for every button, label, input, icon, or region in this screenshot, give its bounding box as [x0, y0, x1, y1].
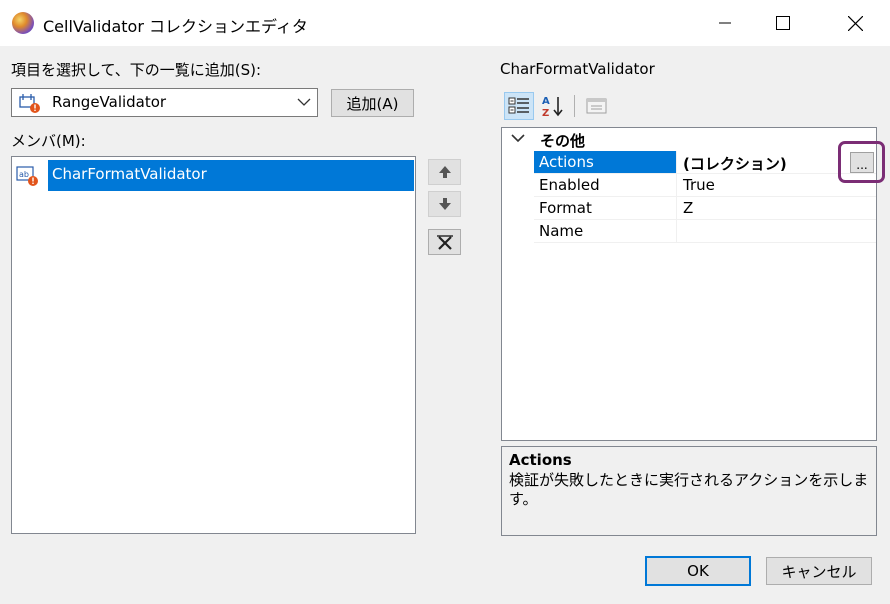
add-item-label: 項目を選択して、下の一覧に追加(S): — [11, 61, 262, 79]
alphabetical-button[interactable]: A Z — [538, 92, 568, 120]
category-row[interactable]: その他 — [502, 128, 876, 151]
property-pages-icon — [586, 98, 607, 114]
title-bar: CellValidator コレクションエディタ — [0, 0, 890, 46]
app-icon — [12, 12, 34, 34]
property-name: Enabled — [539, 176, 600, 194]
remove-icon — [436, 235, 453, 250]
description-panel: Actions 検証が失敗したときに実行されるアクションを示します。 — [501, 446, 877, 536]
highlight-annotation — [838, 141, 885, 183]
property-name: Format — [539, 199, 592, 217]
char-format-validator-icon: ab — [16, 166, 38, 186]
property-row-name[interactable]: Name — [534, 220, 876, 243]
property-grid[interactable]: その他 Actions (コレクション) Enabled True Format… — [501, 127, 877, 441]
type-combo-value: RangeValidator — [52, 93, 167, 111]
chevron-down-icon — [297, 98, 311, 106]
range-validator-icon — [19, 94, 40, 113]
window-title: CellValidator コレクションエディタ — [43, 17, 308, 36]
selected-object-name: CharFormatValidator — [500, 60, 655, 78]
maximize-button[interactable] — [750, 0, 816, 46]
type-combo[interactable]: RangeValidator — [11, 88, 318, 117]
remove-button[interactable] — [428, 229, 461, 255]
svg-text:Z: Z — [542, 108, 549, 118]
category-name: その他 — [540, 132, 586, 150]
description-text: 検証が失敗したときに実行されるアクションを示します。 — [509, 471, 869, 508]
property-name: Name — [539, 222, 584, 240]
property-name: Actions — [539, 153, 594, 171]
add-button[interactable]: 追加(A) — [331, 89, 414, 117]
member-label: CharFormatValidator — [52, 165, 207, 183]
property-row-enabled[interactable]: Enabled True — [534, 174, 876, 197]
description-title: Actions — [509, 451, 572, 469]
property-value: True — [683, 176, 715, 194]
ok-button[interactable]: OK — [645, 556, 751, 586]
svg-text:A: A — [542, 96, 550, 107]
cancel-button[interactable]: キャンセル — [766, 557, 872, 585]
minimize-button[interactable] — [692, 0, 758, 46]
minimize-icon — [719, 22, 731, 24]
property-pages-button[interactable] — [582, 92, 612, 120]
alphabetical-icon: A Z — [542, 96, 563, 118]
property-value: Z — [683, 199, 694, 217]
move-down-icon — [438, 198, 451, 210]
close-button[interactable] — [822, 0, 888, 46]
move-down-button[interactable] — [428, 191, 461, 217]
move-up-button[interactable] — [428, 159, 461, 185]
property-row-actions[interactable]: Actions (コレクション) — [534, 151, 876, 174]
categorized-button[interactable] — [504, 92, 534, 120]
members-label: メンバ(M): — [11, 132, 86, 150]
maximize-icon — [776, 16, 790, 30]
chevron-down-icon[interactable] — [511, 134, 525, 143]
categorized-icon — [508, 97, 529, 114]
toolbar-separator — [574, 95, 575, 117]
svg-text:ab: ab — [19, 170, 29, 179]
collection-editor-window: CellValidator コレクションエディタ 項目を選択して、下の一覧に追加… — [0, 0, 890, 604]
members-list[interactable]: ab CharFormatValidator — [11, 156, 416, 534]
property-row-format[interactable]: Format Z — [534, 197, 876, 220]
move-up-icon — [438, 166, 451, 178]
close-icon — [847, 15, 863, 31]
list-item[interactable]: ab CharFormatValidator — [16, 160, 414, 191]
property-value: (コレクション) — [683, 155, 787, 173]
